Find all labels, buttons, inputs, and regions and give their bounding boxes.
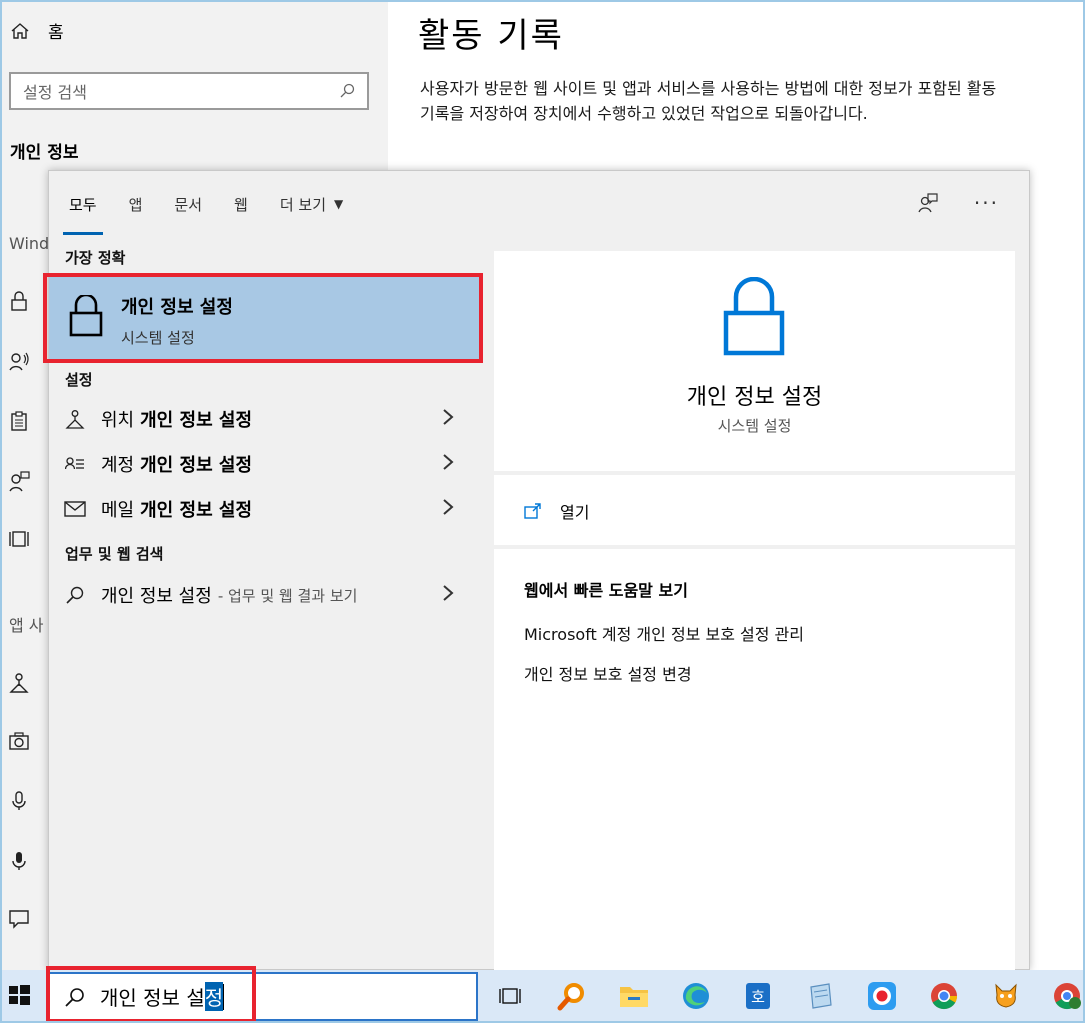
open-icon [524,503,541,519]
file-explorer-icon[interactable] [618,980,650,1012]
notification-icon[interactable] [8,908,30,930]
notepad-icon[interactable] [804,980,836,1012]
clipboard-icon[interactable] [8,410,30,432]
result-prefix: 계정 [101,455,135,476]
result-mail-privacy[interactable]: 메일 개인 정보 설정 [49,487,479,531]
task-view-icon[interactable] [494,980,526,1012]
microphone-icon[interactable] [8,790,30,812]
web-results-header: 업무 및 웹 검색 [65,545,164,563]
result-bold-text: 개인 정보 설정 [140,410,253,431]
tab-more-label: 더 보기 [279,195,327,214]
result-bold-text: 개인 정보 설정 [140,500,253,521]
home-icon [11,22,29,39]
voice-activation-icon[interactable] [8,850,30,872]
chrome-browser-icon[interactable] [928,980,960,1012]
search-tabs: 모두 앱 문서 웹 더 보기 ▼ [49,171,1029,237]
tab-documents-label: 문서 [174,195,203,214]
preview-subtitle: 시스템 설정 [717,417,792,435]
web-result-query: 개인 정보 설정 [101,586,212,607]
tab-all-label: 모두 [69,195,97,214]
result-account-privacy[interactable]: 계정 개인 정보 설정 [49,442,479,486]
result-prefix: 위치 [101,410,135,431]
windows-start-icon[interactable] [6,982,32,1008]
sidebar-partial-label-windows: Wind [9,234,50,253]
search-flyout: 모두 앱 문서 웹 더 보기 ▼ ··· 가장 정확 개인 정보 설정 시스템 설… [43,170,1030,971]
help-header: 웹에서 빠른 도움말 보기 [524,581,688,600]
feedback-icon[interactable] [916,192,938,214]
preview-actions-card: 열기 [494,475,1015,545]
help-link[interactable]: 개인 정보 보호 설정 변경 [524,661,692,685]
lock-icon[interactable] [8,290,30,312]
preview-title: 개인 정보 설정 [686,385,823,410]
scratch-cat-icon[interactable] [990,980,1022,1012]
highlight-box [46,966,256,1023]
screen-recorder-icon[interactable] [866,980,898,1012]
more-options-icon[interactable]: ··· [974,191,999,215]
tab-documents[interactable]: 문서 [174,171,202,237]
svg-text:호: 호 [751,988,765,1006]
lock-icon [723,277,785,356]
open-label: 열기 [560,503,590,522]
tab-web[interactable]: 웹 [234,171,248,237]
preview-pane: 개인 정보 설정 시스템 설정 열기 웹에서 빠른 도움말 보기 Microso… [494,251,1015,971]
settings-search-placeholder: 설정 검색 [23,83,87,102]
result-web-search[interactable]: 개인 정보 설정 - 업무 및 웹 결과 보기 [49,573,479,617]
sidebar-partial-label-apps: 앱 사 [9,616,44,635]
chevron-right-icon [443,499,454,515]
flyout-header-icons: ··· [916,191,999,215]
result-prefix: 메일 [101,500,135,521]
chevron-right-icon [443,585,454,601]
tab-all[interactable]: 모두 [63,171,103,237]
caret-down-icon: ▼ [334,197,344,211]
open-action[interactable]: 열기 [524,499,589,523]
settings-results-header: 설정 [65,371,93,389]
location-icon [65,410,85,429]
preview-help-card: 웹에서 빠른 도움말 보기 Microsoft 계정 개인 정보 보호 설정 관… [494,549,1015,971]
best-match-header: 가장 정확 [65,249,126,267]
highlight-box [43,273,483,363]
chevron-right-icon [443,454,454,470]
home-label: 홈 [48,23,64,43]
results-pane: 가장 정확 개인 정보 설정 시스템 설정 설정 위치 개인 정보 설정 계정 … [43,237,483,970]
tab-more[interactable]: 더 보기 ▼ [280,171,343,237]
home-nav-item[interactable]: 홈 [10,18,64,43]
page-description: 사용자가 방문한 웹 사이트 및 앱과 서비스를 사용하는 방법에 대한 정보가… [420,79,997,123]
person-chat-icon[interactable] [8,470,30,492]
tab-web-label: 웹 [234,195,248,214]
help-link[interactable]: Microsoft 계정 개인 정보 보호 설정 관리 [524,621,804,645]
search-icon [66,586,84,604]
search-icon [340,83,355,98]
result-location-privacy[interactable]: 위치 개인 정보 설정 [49,397,479,441]
preview-header-card: 개인 정보 설정 시스템 설정 [494,251,1015,471]
edge-browser-icon[interactable] [680,980,712,1012]
location-icon[interactable] [8,672,30,694]
search-magnifier-app-icon[interactable] [556,980,588,1012]
chevron-right-icon [443,409,454,425]
mail-icon [64,501,86,517]
hangul-word-icon[interactable]: 호 [742,980,774,1012]
tab-apps[interactable]: 앱 [129,171,143,237]
web-result-suffix: - 업무 및 웹 결과 보기 [217,586,358,605]
result-bold-text: 개인 정보 설정 [140,455,253,476]
tab-apps-label: 앱 [128,195,143,214]
camera-icon[interactable] [8,730,30,752]
chrome-profile-icon[interactable] [1050,980,1084,1012]
timeline-icon[interactable] [8,528,30,550]
voice-person-icon[interactable] [8,350,30,372]
taskbar: 개인 정보 설정 호 [0,966,1085,1023]
settings-search-input[interactable]: 설정 검색 [9,72,369,110]
sidebar-section-title: 개인 정보 [10,143,79,163]
page-title: 활동 기록 [418,16,564,56]
account-list-icon [65,457,84,470]
